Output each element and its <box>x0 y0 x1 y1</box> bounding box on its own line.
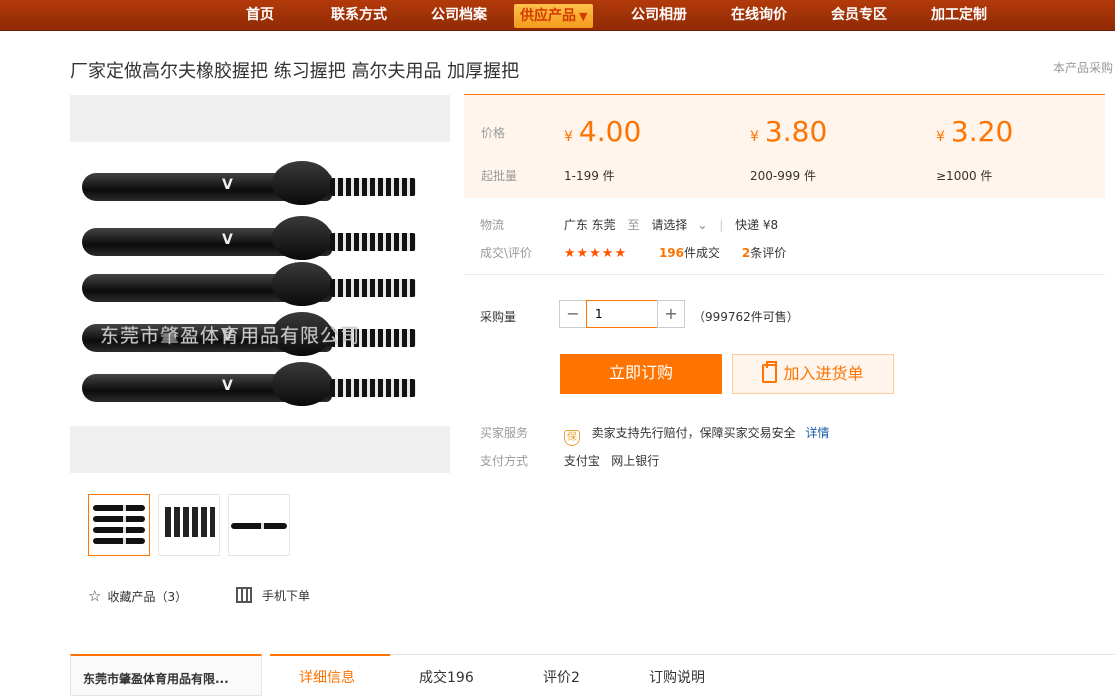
add-to-cart-button[interactable]: 加入进货单 <box>732 354 894 394</box>
stock-available: （999762件可售） <box>693 310 799 324</box>
buy-now-button[interactable]: 立即订购 <box>560 354 722 394</box>
divider: | <box>719 218 724 232</box>
currency-symbol: ¥ <box>564 129 573 145</box>
sold-count: 196 <box>658 246 684 260</box>
rating-stars: ★★★★★ <box>563 246 628 261</box>
add-to-cart-label: 加入进货单 <box>783 364 864 383</box>
product-main-image[interactable]: V V V V 东莞市肇盈体育用品有限公司 <box>70 95 450 473</box>
divider <box>464 274 1105 275</box>
review-count: 2 <box>741 246 751 260</box>
shipping-fee: 快递 ¥8 <box>735 218 779 232</box>
product-photo: V V V V 东莞市肇盈体育用品有限公司 <box>70 142 450 426</box>
product-title: 厂家定做高尔夫橡胶握把 练习握把 高尔夫用品 加厚握把 <box>70 61 520 82</box>
grip-image <box>82 262 417 306</box>
price-value: 4.00 <box>578 115 642 148</box>
grip-image: V <box>82 161 417 205</box>
nav-inquiry[interactable]: 在线询价 <box>731 0 787 31</box>
deals-row: 成交\评价 ★★★★★ 196件成交 2条评价 <box>480 244 786 261</box>
price-tier-3: ¥3.20 <box>936 115 1013 148</box>
chevron-down-icon: ⌄ <box>697 218 708 232</box>
clipboard-icon <box>762 361 778 383</box>
price-label: 价格 <box>481 126 506 140</box>
nav-custom[interactable]: 加工定制 <box>931 0 987 31</box>
service-text: 卖家支持先行赔付，保障买家交易安全 <box>591 426 796 440</box>
payment-row: 支付方式 支付宝 网上银行 <box>480 452 659 469</box>
quantity-input[interactable] <box>586 300 658 328</box>
payment-methods: 支付宝 网上银行 <box>563 454 660 468</box>
logistics-label: 物流 <box>480 218 505 232</box>
tab-reviews[interactable]: 评价2 <box>543 667 580 687</box>
top-nav: 首页 联系方式 公司档案 供应产品 ▼ 公司相册 在线询价 会员专区 加工定制 <box>0 0 1115 31</box>
destination-value: 请选择 <box>651 218 688 232</box>
watermark-logo: 东莞市肇盈体育用品有限公司 <box>100 325 361 347</box>
side-note: 本产品采购 <box>1053 61 1114 75</box>
star-outline-icon: ☆ <box>88 587 102 605</box>
thumbnail-2[interactable] <box>158 494 220 556</box>
price-value: 3.20 <box>950 115 1014 148</box>
mobile-order-button[interactable]: 手机下单 <box>236 587 310 604</box>
service-row: 买家服务 保 卖家支持先行赔付，保障买家交易安全 详情 <box>480 424 830 446</box>
payment-label: 支付方式 <box>480 454 529 468</box>
detail-tabs: 详细信息 成交196 评价2 订购说明 <box>270 654 1115 696</box>
shield-icon: 保 <box>563 430 580 446</box>
price-tier-1: ¥4.00 <box>564 115 641 148</box>
range-tier-3: ≥1000 件 <box>936 169 993 183</box>
review-count-link[interactable]: 2条评价 <box>742 246 786 260</box>
review-suffix: 条评价 <box>750 246 787 260</box>
nav-contact[interactable]: 联系方式 <box>331 0 387 31</box>
logistics-origin: 广东 东莞 <box>563 218 616 232</box>
shop-name[interactable]: 东莞市肇盈体育用品有限... <box>70 654 262 696</box>
nav-members[interactable]: 会员专区 <box>831 0 887 31</box>
sold-suffix: 件成交 <box>684 246 721 260</box>
qty-minus-button[interactable]: − <box>559 300 587 328</box>
price-value: 3.80 <box>764 115 828 148</box>
currency-symbol: ¥ <box>750 129 759 145</box>
range-tier-1: 1-199 件 <box>564 169 615 183</box>
grip-image: V <box>82 362 417 406</box>
service-detail-link[interactable]: 详情 <box>806 426 830 440</box>
nav-album[interactable]: 公司相册 <box>631 0 687 31</box>
grip-image: V <box>82 216 417 260</box>
tab-details[interactable]: 详细信息 <box>299 667 355 687</box>
favorite-button[interactable]: ☆ 收藏产品（3） <box>88 587 187 605</box>
deals-label: 成交\评价 <box>480 246 533 260</box>
favorite-label: 收藏产品（3） <box>107 590 188 604</box>
tab-order-info[interactable]: 订购说明 <box>649 667 705 687</box>
nav-home[interactable]: 首页 <box>246 0 274 31</box>
qty-label: 采购量 <box>480 310 517 324</box>
currency-symbol: ¥ <box>936 129 945 145</box>
chevron-down-icon: ▼ <box>579 10 588 23</box>
destination-select[interactable]: 请选择 ⌄ <box>651 218 707 232</box>
tab-deals[interactable]: 成交196 <box>419 667 474 687</box>
active-tab-indicator <box>270 654 390 656</box>
thumbnail-3[interactable] <box>228 494 290 556</box>
logistics-to: 至 <box>627 218 640 232</box>
service-label: 买家服务 <box>480 426 529 440</box>
range-tier-2: 200-999 件 <box>750 169 816 183</box>
logistics-row: 物流 广东 东莞 至 请选择 ⌄ | 快递 ¥8 <box>480 216 778 233</box>
nav-products[interactable]: 供应产品 ▼ <box>514 4 594 28</box>
moq-label: 起批量 <box>481 169 518 183</box>
nav-company-profile[interactable]: 公司档案 <box>431 0 487 31</box>
qr-code-icon <box>236 587 252 603</box>
qty-plus-button[interactable]: + <box>657 300 685 328</box>
price-panel: 价格 起批量 ¥4.00 1-199 件 ¥3.80 200-999 件 ¥3.… <box>464 94 1105 198</box>
thumbnail-1[interactable] <box>88 494 150 556</box>
nav-products-label: 供应产品 <box>520 8 576 24</box>
sold-count-link[interactable]: 196件成交 <box>659 246 720 260</box>
mobile-order-label: 手机下单 <box>262 589 311 603</box>
price-tier-2: ¥3.80 <box>750 115 827 148</box>
